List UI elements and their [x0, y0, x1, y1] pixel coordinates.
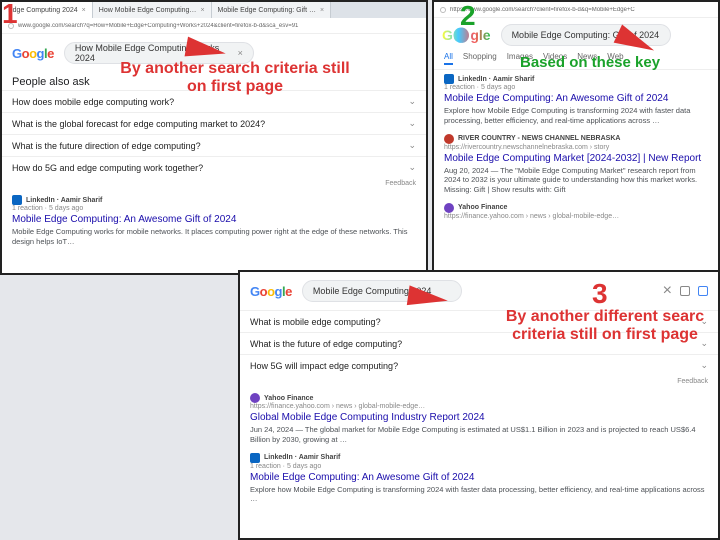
- annotation-number-3: 3: [592, 278, 608, 310]
- search-result: RIVER COUNTRY - NEWS CHANNEL NEBRASKA ht…: [434, 130, 718, 199]
- browser-tab[interactable]: How Mobile Edge Computing…×: [93, 2, 212, 18]
- result-title[interactable]: Mobile Edge Computing: An Awesome Gift o…: [12, 214, 416, 225]
- result-byline: 1 reaction · 5 days ago: [12, 205, 416, 212]
- search-result: LinkedIn · Aamir Sharif 1 reaction · 5 d…: [2, 191, 426, 251]
- feedback-link[interactable]: Feedback: [2, 178, 426, 191]
- search-tab-all[interactable]: All: [444, 52, 453, 65]
- annotation-text-3: By another different searccriteria still…: [490, 308, 720, 345]
- url-text: www.google.com/search?q=How+Mobile+Edge+…: [18, 23, 420, 29]
- paa-question[interactable]: How 5G will impact edge computing?⌄: [240, 354, 718, 376]
- result-snippet: Mobile Edge Computing works for mobile n…: [12, 227, 416, 247]
- address-bar[interactable]: https://www.google.com/search?client=fir…: [434, 2, 718, 18]
- result-title[interactable]: Mobile Edge Computing: An Awesome Gift o…: [444, 93, 708, 104]
- paa-question[interactable]: How do 5G and edge computing work togeth…: [2, 156, 426, 178]
- google-header: Google Mobile Edge Computing 2024 ×: [240, 272, 718, 310]
- chevron-down-icon: ⌄: [408, 118, 416, 129]
- result-snippet: Explore how Mobile Edge Computing is tra…: [250, 485, 708, 505]
- chevron-down-icon: ⌄: [408, 96, 416, 107]
- close-icon[interactable]: ×: [200, 7, 204, 14]
- search-tab-shopping[interactable]: Shopping: [463, 52, 497, 65]
- result-title[interactable]: Mobile Edge Computing: An Awesome Gift o…: [250, 472, 708, 483]
- yahoo-icon: [444, 203, 454, 213]
- search-result: Yahoo Finance https://finance.yahoo.com …: [434, 199, 718, 224]
- google-header: G⚽gle Mobile Edge Computing: Gift of 202…: [434, 18, 718, 52]
- url-text: https://www.google.com/search?client=fir…: [450, 7, 712, 13]
- feedback-link[interactable]: Feedback: [240, 376, 718, 389]
- google-logo[interactable]: Google: [250, 284, 292, 299]
- linkedin-icon: [12, 195, 22, 205]
- result-title[interactable]: Mobile Edge Computing Market [2024-2032]…: [444, 153, 708, 164]
- paa-question[interactable]: What is the global forecast for edge com…: [2, 112, 426, 134]
- browser-tab[interactable]: Mobile Edge Computing: Gift …×: [212, 2, 332, 18]
- close-icon[interactable]: ×: [82, 7, 86, 14]
- site-info-icon[interactable]: [440, 7, 446, 13]
- lens-icon[interactable]: [698, 286, 708, 296]
- annotation-text-2: Based on these key: [520, 54, 660, 71]
- result-snippet: Explore how Mobile Edge Computing is tra…: [444, 106, 708, 126]
- mic-icon[interactable]: [680, 286, 690, 296]
- news-icon: [444, 134, 454, 144]
- browser-panel-2: https://www.google.com/search?client=fir…: [432, 0, 720, 272]
- yahoo-icon: [250, 393, 260, 403]
- result-snippet: Jun 24, 2024 — The global market for Mob…: [250, 425, 708, 445]
- chevron-down-icon: ⌄: [408, 162, 416, 173]
- result-title[interactable]: Global Mobile Edge Computing Industry Re…: [250, 412, 708, 423]
- google-logo[interactable]: Google: [12, 46, 54, 61]
- result-source: LinkedIn · Aamir Sharif: [26, 197, 102, 204]
- linkedin-icon: [444, 74, 454, 84]
- search-result: Yahoo Finance https://finance.yahoo.com …: [240, 389, 718, 449]
- annotation-text-1: By another search criteria still on firs…: [120, 60, 350, 97]
- chevron-down-icon: ⌄: [700, 360, 708, 371]
- address-bar[interactable]: www.google.com/search?q=How+Mobile+Edge+…: [2, 18, 426, 34]
- search-result: LinkedIn · Aamir Sharif 1 reaction · 5 d…: [240, 449, 718, 509]
- chevron-down-icon: ⌄: [408, 140, 416, 151]
- result-snippet: Aug 20, 2024 — The "Mobile Edge Computin…: [444, 166, 708, 195]
- clear-icon[interactable]: ×: [238, 48, 243, 58]
- close-icon[interactable]: ×: [320, 7, 324, 14]
- paa-question[interactable]: What is the future direction of edge com…: [2, 134, 426, 156]
- search-result: LinkedIn · Aamir Sharif 1 reaction · 5 d…: [434, 70, 718, 130]
- annotation-number-2: 2: [460, 0, 476, 32]
- clear-icon[interactable]: ×: [663, 282, 672, 300]
- linkedin-icon: [250, 453, 260, 463]
- tab-strip: Edge Computing 2024× How Mobile Edge Com…: [2, 2, 426, 18]
- annotation-number-1: 1: [2, 0, 18, 30]
